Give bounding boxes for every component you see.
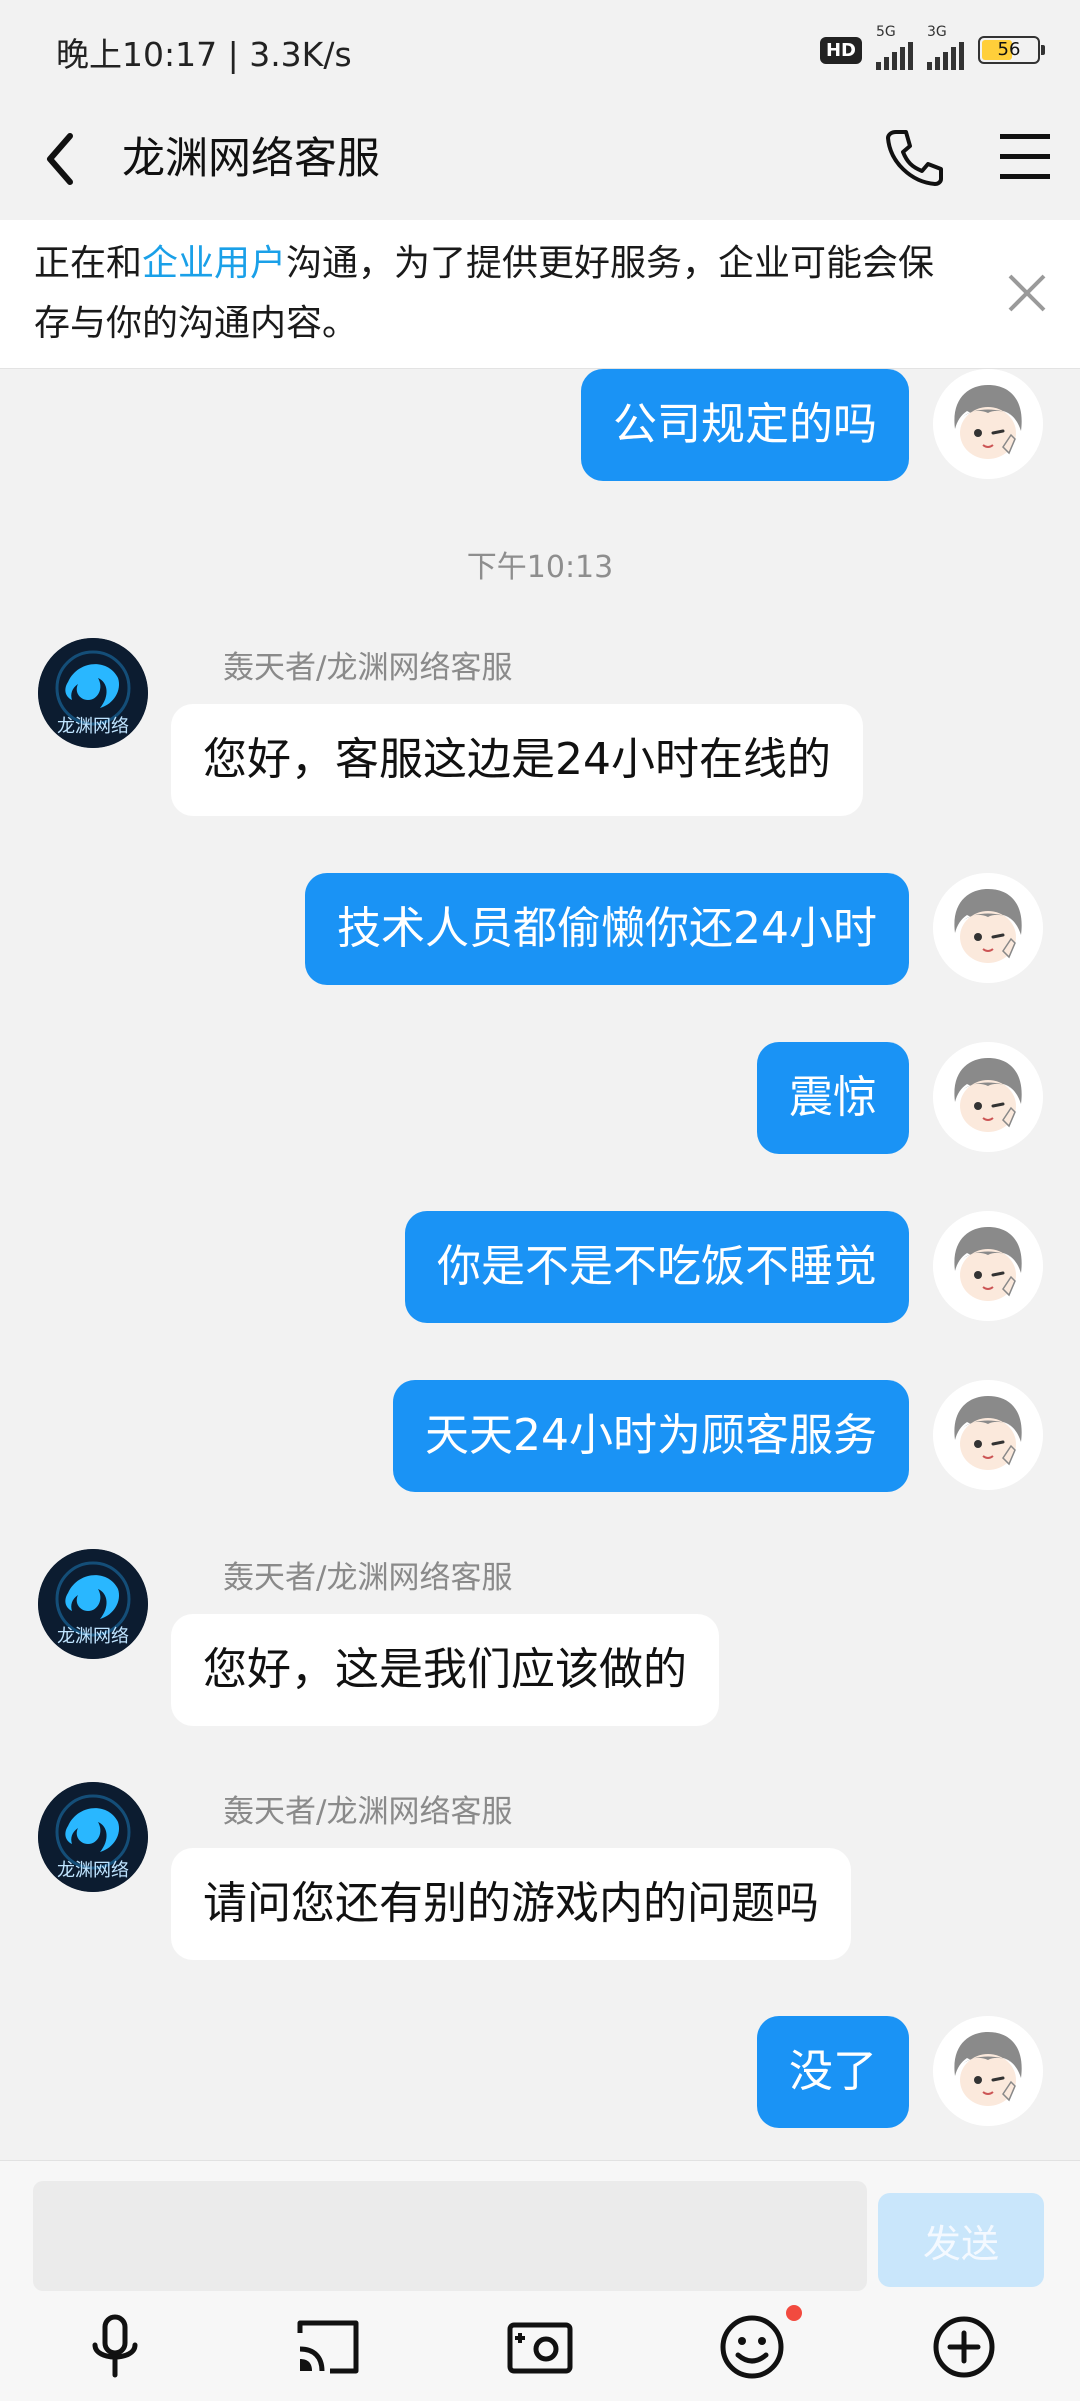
battery-icon: 56 (978, 36, 1045, 64)
my-avatar[interactable] (933, 1380, 1043, 1490)
my-avatar[interactable] (933, 1211, 1043, 1321)
message-bubble-me[interactable]: 你是不是不吃饭不睡觉 (405, 1211, 909, 1323)
message-input[interactable] (33, 2181, 867, 2291)
emoji-icon[interactable] (714, 2309, 790, 2385)
message-bubble-bot[interactable]: 您好，客服这边是24小时在线的 (171, 704, 863, 816)
sender-name: 轰天者/龙渊网络客服 (223, 650, 513, 686)
message-bubble-bot[interactable]: 请问您还有别的游戏内的问题吗 (171, 1848, 851, 1960)
chat-title: 龙渊网络客服 (122, 134, 380, 184)
signal-3g-icon: 3G (927, 24, 964, 70)
input-area: 发送 (0, 2160, 1080, 2401)
microphone-icon[interactable] (77, 2309, 153, 2385)
notice-text: 正在和企业用户沟通，为了提供更好服务，企业可能会保存与你的沟通内容。 (34, 243, 935, 344)
message-bubble-me[interactable]: 没了 (757, 2016, 909, 2128)
camera-icon[interactable] (502, 2309, 578, 2385)
back-arrow-icon[interactable] (40, 124, 80, 194)
my-avatar[interactable] (933, 873, 1043, 983)
send-button[interactable]: 发送 (878, 2193, 1044, 2287)
status-bar: 晚上10:17 | 3.3K/s HD 5G 3G 56 (0, 0, 1080, 100)
screen-cast-icon[interactable] (290, 2309, 366, 2385)
status-time-speed: 晚上10:17 | 3.3K/s (56, 35, 352, 74)
message-bubble-me[interactable]: 震惊 (757, 1042, 909, 1154)
my-avatar[interactable] (933, 369, 1043, 479)
privacy-notice-banner: 正在和企业用户沟通，为了提供更好服务，企业可能会保存与你的沟通内容。 (0, 220, 1080, 369)
chat-timestamp: 下午10:13 (466, 550, 614, 585)
message-bubble-me[interactable]: 技术人员都偷懒你还24小时 (305, 873, 909, 985)
bot-avatar-label: 龙渊网络 (57, 1626, 129, 1647)
sender-name: 轰天者/龙渊网络客服 (223, 1794, 513, 1830)
plus-icon[interactable] (926, 2309, 1002, 2385)
message-bubble-me[interactable]: 公司规定的吗 (581, 369, 909, 481)
chat-header: 龙渊网络客服 (0, 100, 1080, 220)
my-avatar[interactable] (933, 2016, 1043, 2126)
hd-badge: HD (819, 36, 862, 64)
enterprise-user-link[interactable]: 企业用户 (142, 243, 286, 284)
sender-name: 轰天者/龙渊网络客服 (223, 1560, 513, 1596)
signal-5g-icon: 5G (876, 24, 913, 70)
bot-avatar-label: 龙渊网络 (57, 1860, 129, 1881)
bot-avatar-label: 龙渊网络 (57, 716, 129, 737)
battery-level: 56 (997, 39, 1021, 60)
status-indicators: HD 5G 3G 56 (819, 24, 1045, 70)
emoji-notification-dot (786, 2305, 802, 2321)
message-bubble-bot[interactable]: 您好，这是我们应该做的 (171, 1614, 719, 1726)
phone-call-icon[interactable] (878, 122, 948, 192)
message-bubble-me[interactable]: 天天24小时为顾客服务 (393, 1380, 909, 1492)
my-avatar[interactable] (933, 1042, 1043, 1152)
close-icon[interactable] (1002, 268, 1052, 318)
menu-icon[interactable] (995, 124, 1055, 190)
